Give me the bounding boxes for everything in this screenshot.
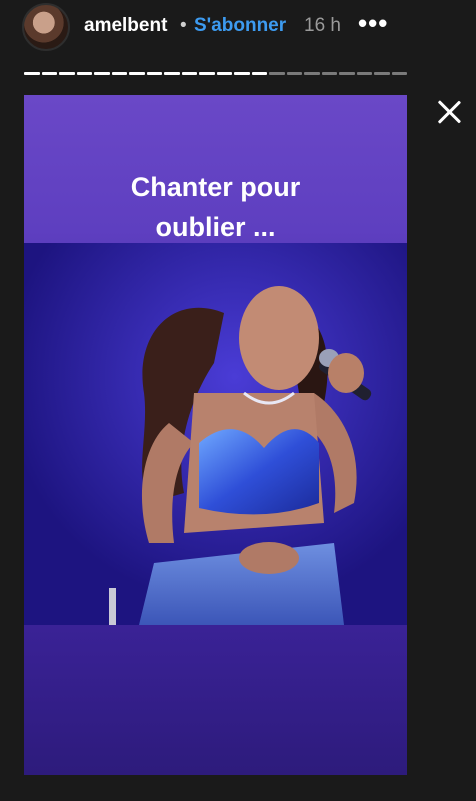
- story-caption: Chanter pour oublier ...: [24, 167, 407, 247]
- progress-segment: [304, 72, 320, 75]
- username[interactable]: amelbent: [84, 15, 167, 37]
- progress-segment: [41, 72, 57, 75]
- progress-segment: [129, 72, 145, 75]
- progress-segment: [269, 72, 285, 75]
- close-icon[interactable]: [436, 99, 462, 125]
- post-time: 16 h: [304, 15, 341, 36]
- story-content[interactable]: Chanter pour oublier ...: [24, 95, 407, 775]
- story-lower-area: [24, 625, 407, 775]
- progress-segment: [234, 72, 250, 75]
- progress-segment: [339, 72, 355, 75]
- progress-segment: [59, 72, 75, 75]
- progress-segment: [321, 72, 337, 75]
- progress-segment: [181, 72, 197, 75]
- progress-segment: [94, 72, 110, 75]
- progress-segment: [199, 72, 215, 75]
- progress-segment: [164, 72, 180, 75]
- avatar[interactable]: [22, 3, 70, 51]
- progress-segment: [111, 72, 127, 75]
- separator-dot: •: [180, 15, 187, 36]
- story-header: amelbent • S'abonner 16 h •••: [0, 0, 476, 56]
- progress-segment: [286, 72, 302, 75]
- story-progress-bar: [24, 72, 407, 75]
- progress-segment: [76, 72, 92, 75]
- progress-segment: [391, 72, 407, 75]
- follow-button[interactable]: S'abonner: [194, 15, 286, 37]
- story-photo: [24, 243, 407, 625]
- singer-photo-illustration: [24, 243, 407, 625]
- progress-segment: [216, 72, 232, 75]
- progress-segment: [24, 72, 40, 75]
- caption-line-1: Chanter pour: [130, 172, 301, 202]
- progress-segment: [374, 72, 390, 75]
- progress-segment: [356, 72, 372, 75]
- more-options-icon[interactable]: •••: [358, 8, 388, 39]
- progress-segment: [251, 72, 267, 75]
- caption-line-2: oublier ...: [155, 212, 276, 242]
- progress-segment: [146, 72, 162, 75]
